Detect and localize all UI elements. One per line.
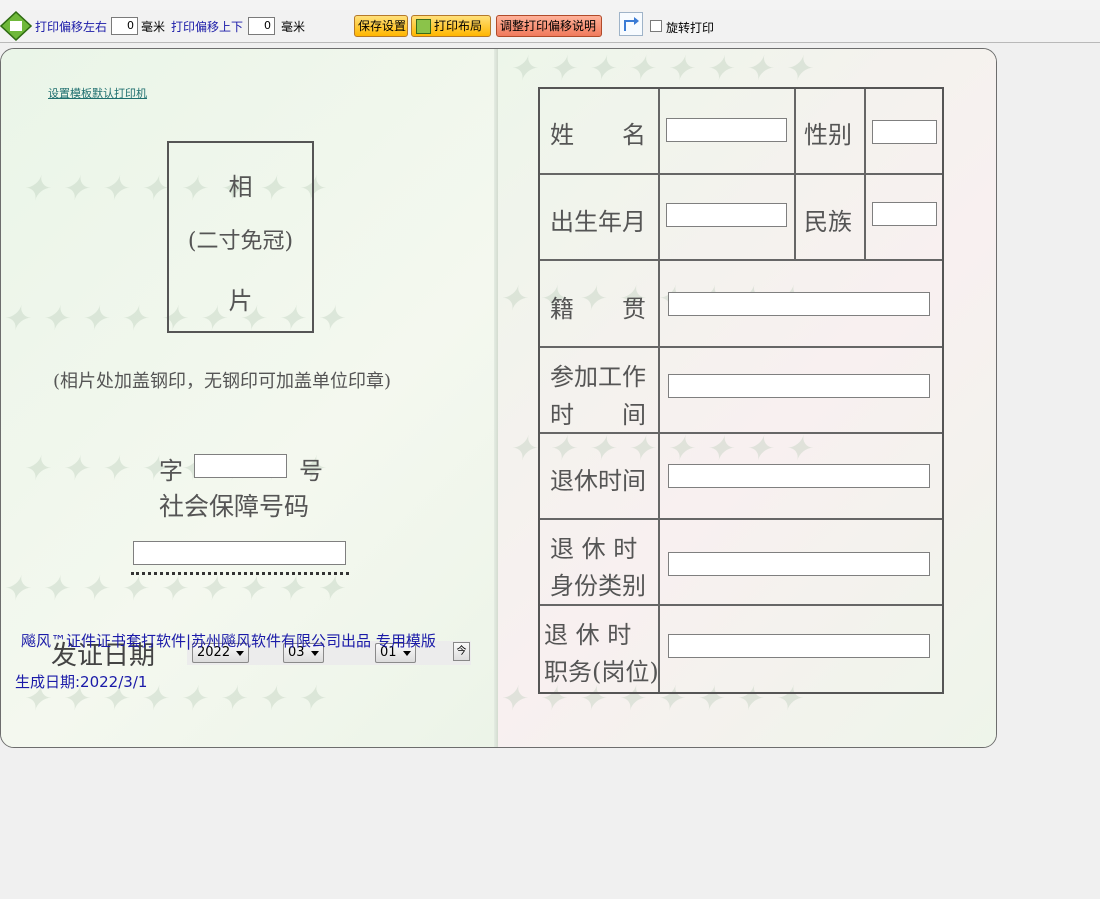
social-security-field[interactable]: [133, 541, 346, 565]
offset-ud-unit: 毫米: [281, 20, 306, 34]
ethnicity-field[interactable]: [872, 202, 937, 226]
gender-label: 性别: [804, 121, 852, 149]
table-rule: [540, 604, 942, 606]
retire-time-field[interactable]: [668, 464, 930, 488]
native-place-field[interactable]: [668, 292, 930, 316]
watermark: ✦ ✦ ✦ ✦ ✦ ✦ ✦ ✦ ✦: [1, 569, 344, 609]
table-rule: [658, 89, 660, 692]
chevron-down-icon: [311, 651, 319, 656]
offset-help-button[interactable]: 调整打印偏移说明: [496, 15, 602, 37]
cert-number-field[interactable]: [194, 454, 287, 478]
photo-note: (相片处加盖钢印，无钢印可加盖单位印章): [53, 371, 392, 392]
offset-lr-input[interactable]: 0: [111, 17, 138, 35]
rotate-label: 旋转打印: [666, 21, 715, 35]
ethnicity-label: 民族: [804, 208, 852, 236]
chevron-down-icon: [403, 651, 411, 656]
print-layout-button[interactable]: 打印布局: [411, 15, 491, 37]
print-layout-label: 打印布局: [434, 19, 483, 33]
name-field[interactable]: [666, 118, 787, 142]
offset-ud-input[interactable]: 0: [248, 17, 275, 35]
offset-lr-label: 打印偏移左右: [35, 20, 108, 34]
retire-time-label: 退休时间: [550, 467, 646, 495]
birth-label: 出生年月: [550, 208, 646, 236]
social-security-label: 社会保障号码: [159, 492, 310, 521]
retire-id-field[interactable]: [668, 552, 930, 576]
zi-label: 字: [159, 457, 183, 485]
hao-label: 号: [299, 457, 323, 485]
brand-text: 飚风™证件证书套打软件|苏州飚风软件有限公司出品 专用模版: [21, 632, 436, 650]
table-rule: [794, 89, 796, 259]
certificate-left-page: ✦ ✦ ✦ ✦ ✦ ✦ ✦ ✦ ✦ ✦ ✦ ✦ ✦ ✦ ✦ ✦ ✦ ✦ ✦ ✦ …: [1, 49, 498, 747]
offset-lr-unit: 毫米: [141, 20, 166, 34]
offset-ud-label: 打印偏移上下: [171, 20, 244, 34]
photo-text-3: 片: [228, 287, 253, 315]
table-rule: [540, 346, 942, 348]
chevron-down-icon: [236, 651, 244, 656]
rotate-checkbox[interactable]: [650, 20, 662, 32]
layout-icon: [416, 19, 431, 34]
native-place-label: 籍 贯: [550, 295, 646, 323]
info-table: 姓 名 性别 出生年月 民族 籍 贯 参加工作 时 间 退休时间 退 休 时 身…: [538, 87, 944, 694]
table-rule: [540, 259, 942, 261]
dotted-line: [131, 572, 349, 575]
table-rule: [540, 173, 942, 175]
work-start-label-1: 参加工作: [550, 363, 646, 391]
certificate-spread: ✦ ✦ ✦ ✦ ✦ ✦ ✦ ✦ ✦ ✦ ✦ ✦ ✦ ✦ ✦ ✦ ✦ ✦ ✦ ✦ …: [0, 48, 997, 748]
generated-date: 生成日期:2022/3/1: [15, 673, 148, 691]
gender-field[interactable]: [872, 120, 937, 144]
today-button[interactable]: 今: [453, 642, 470, 661]
retire-id-label-2: 身份类别: [550, 572, 646, 600]
retire-id-label-1: 退 休 时: [550, 535, 638, 563]
name-label: 姓 名: [550, 121, 646, 149]
photo-box: 相 (二寸免冠) 片: [167, 141, 314, 333]
retire-position-label-2: 职务(岗位): [544, 658, 659, 686]
toolbar: 打印偏移左右 0 毫米 打印偏移上下 0 毫米 保存设置 打印布局 调整打印偏移…: [0, 10, 1100, 43]
rotate-icon[interactable]: [619, 12, 643, 36]
retire-position-label-1: 退 休 时: [544, 621, 632, 649]
work-start-field[interactable]: [668, 374, 930, 398]
watermark: ✦ ✦ ✦ ✦ ✦ ✦ ✦ ✦: [508, 49, 812, 89]
work-start-label-2: 时 间: [550, 401, 646, 429]
photo-text-2: (二寸免冠): [187, 229, 294, 254]
set-default-printer-link[interactable]: 设置模板默认打印机: [48, 85, 147, 101]
save-settings-button[interactable]: 保存设置: [354, 15, 408, 37]
table-rule: [540, 432, 942, 434]
table-rule: [540, 518, 942, 520]
table-rule: [864, 89, 866, 259]
retire-position-field[interactable]: [668, 634, 930, 658]
photo-text-1: 相: [228, 173, 253, 201]
move-arrows-icon[interactable]: [0, 10, 33, 44]
birth-field[interactable]: [666, 203, 787, 227]
